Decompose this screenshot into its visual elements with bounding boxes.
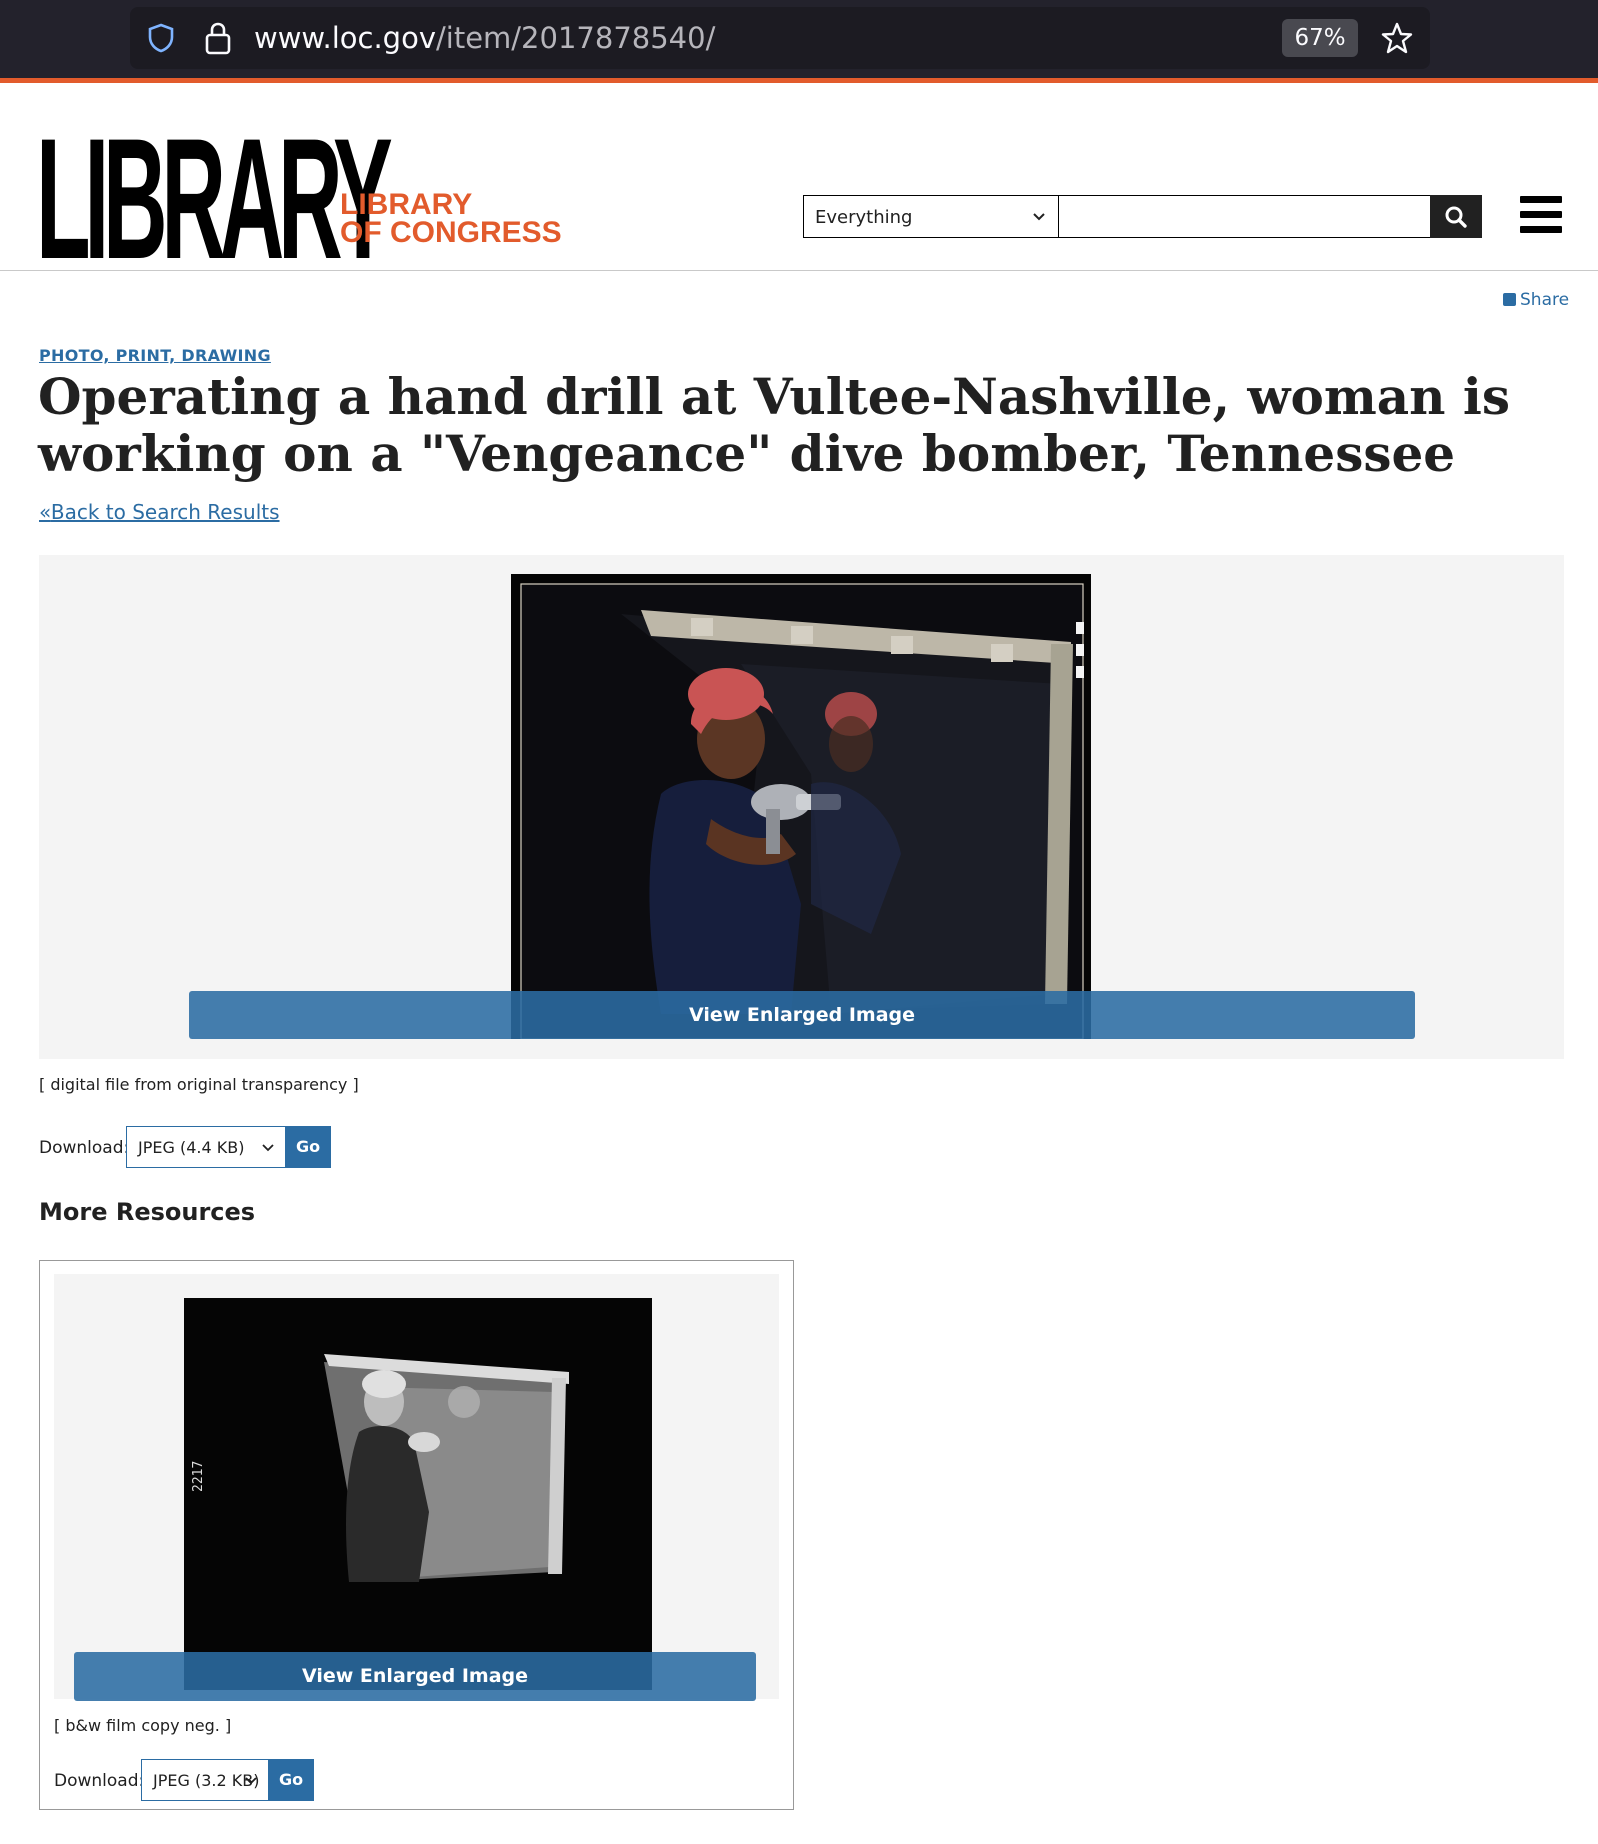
chevron-down-icon [262,1144,274,1152]
chevron-down-icon [1033,213,1045,221]
library-of-congress-logo[interactable]: LIBRARY OF CONGRESS [340,188,562,249]
site-header: LIBRARY LIBRARY OF CONGRESS Everything [0,83,1598,285]
address-bar[interactable]: www.loc.gov/item/2017878540/ 67% [130,7,1430,69]
back-to-search-link[interactable]: «Back to Search Results [39,500,280,524]
share-icon [1503,293,1516,306]
search-button[interactable] [1430,195,1482,238]
view-enlarged-image-button[interactable]: View Enlarged Image [74,1652,756,1701]
shield-icon[interactable] [146,23,176,53]
resource-image-viewer: 2217 View Enlarged Image [54,1274,779,1701]
double-chevron-left-icon: « [39,500,51,524]
negative-number-label: 2217 [191,1461,206,1492]
chevron-down-icon [245,1777,257,1785]
share-link[interactable]: Share [1503,290,1569,310]
resource-card: 2217 View Enlarged Image [ b&w film copy… [39,1260,794,1810]
page-title: Operating a hand drill at Vultee-Nashvil… [38,367,1511,483]
more-resources-heading: More Resources [39,1198,256,1226]
download-go-button[interactable]: Go [285,1126,331,1168]
library-logo-wordmark[interactable]: LIBRARY [36,113,393,285]
item-category-link[interactable]: PHOTO, PRINT, DRAWING [39,346,271,365]
resource-photo[interactable]: 2217 [174,1292,656,1694]
back-link-label: Back to Search Results [50,500,280,524]
hamburger-menu-icon[interactable] [1520,196,1562,234]
browser-toolbar: www.loc.gov/item/2017878540/ 67% [0,0,1598,78]
download-label: Download: [39,1138,130,1158]
star-icon[interactable] [1380,21,1414,55]
download-format-select[interactable]: JPEG (4.4 KB) [126,1126,286,1168]
download-format-value: JPEG (4.4 KB) [138,1138,245,1157]
url-text[interactable]: www.loc.gov/item/2017878540/ [254,21,715,55]
url-host: www.loc.gov [254,21,436,55]
download-label: Download: [54,1771,145,1791]
resource-caption: [ digital file from original transparenc… [39,1075,359,1094]
logo-line-1: LIBRARY [340,188,473,221]
download-go-button[interactable]: Go [268,1759,314,1801]
share-label: Share [1520,290,1570,310]
search-scope-select[interactable]: Everything [803,195,1059,238]
resource-caption: [ b&w film copy neg. ] [54,1716,232,1735]
url-path: /item/2017878540/ [436,21,716,55]
view-enlarged-image-button[interactable]: View Enlarged Image [189,991,1415,1039]
search-scope-value: Everything [815,207,913,228]
lock-icon[interactable] [204,21,232,55]
item-photo[interactable] [511,574,1091,1039]
search-icon [1445,206,1467,228]
search-input[interactable] [1058,195,1432,238]
logo-line-2: OF CONGRESS [340,216,562,249]
download-format-select[interactable]: JPEG (3.2 KB) [141,1759,269,1801]
zoom-level-badge[interactable]: 67% [1282,19,1358,57]
primary-image-viewer: View Enlarged Image [39,555,1564,1059]
